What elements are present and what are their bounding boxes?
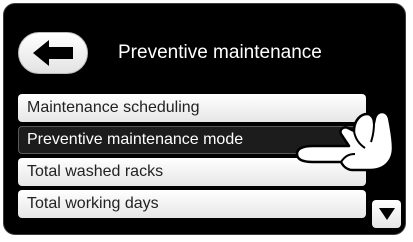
header: Preventive maintenance (18, 32, 394, 74)
triangle-down-icon (378, 208, 395, 220)
pointing-hand-icon (295, 110, 395, 172)
arrow-left-icon (33, 40, 73, 66)
back-button[interactable] (18, 32, 88, 74)
device-screen: Preventive maintenance Maintenance sched… (3, 3, 406, 235)
page-title: Preventive maintenance (118, 42, 322, 63)
menu-item-total-working-days[interactable]: Total working days (18, 190, 366, 218)
scroll-down-button[interactable] (372, 200, 401, 228)
